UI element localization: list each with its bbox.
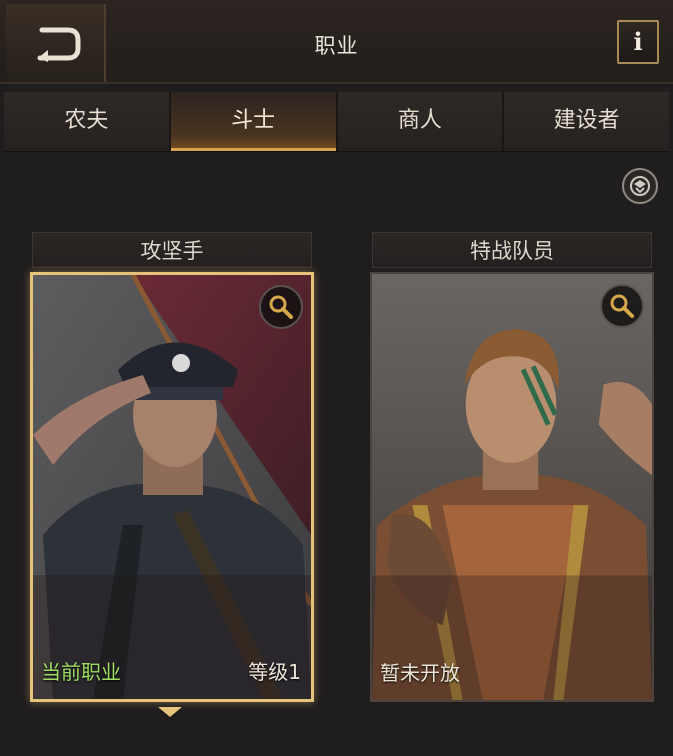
zoom-button[interactable] (259, 285, 303, 329)
tab-builder[interactable]: 建设者 (504, 92, 669, 151)
class-card-special-forces: 特战队员 暂未开放 (370, 232, 654, 702)
tab-farmer[interactable]: 农夫 (4, 92, 171, 151)
card-title: 攻坚手 (32, 232, 312, 268)
page-title: 职业 (314, 34, 359, 58)
tab-fighter[interactable]: 斗士 (170, 92, 338, 151)
filter-icon (630, 176, 650, 196)
class-tabs: 农夫 斗士 商人 建设者 (4, 92, 669, 152)
card-title: 特战队员 (372, 232, 652, 268)
magnifier-icon (610, 294, 634, 318)
filter-button[interactable] (622, 168, 658, 204)
current-class-label: 当前职业 (41, 660, 121, 684)
magnifier-icon (269, 295, 293, 319)
card-portrait-frame[interactable]: 当前职业 等级1 (30, 272, 314, 702)
tab-merchant[interactable]: 商人 (337, 92, 505, 151)
level-label: 等级1 (248, 660, 301, 684)
soldier-portrait (372, 274, 652, 700)
locked-status-label: 暂未开放 (380, 661, 460, 685)
back-button[interactable] (6, 4, 106, 82)
soldier-portrait (33, 275, 311, 699)
header-bar: 职业 i (0, 0, 673, 84)
info-button[interactable]: i (617, 20, 659, 64)
selection-indicator-icon (158, 707, 182, 717)
class-card-assault: 攻坚手 当前职业 等级1 (30, 232, 314, 702)
card-portrait-frame[interactable]: 暂未开放 (370, 272, 654, 702)
zoom-button[interactable] (600, 284, 644, 328)
back-arrow-icon (37, 27, 81, 62)
